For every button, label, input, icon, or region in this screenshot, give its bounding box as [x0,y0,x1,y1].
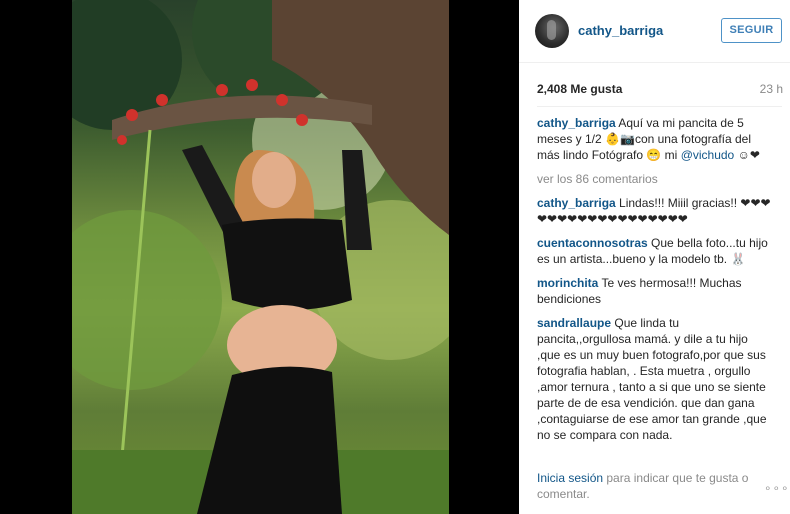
view-more-comments[interactable]: ver los 86 comentarios [537,171,773,187]
post-photo[interactable] [72,0,449,514]
login-link[interactable]: Inicia sesión [537,471,603,485]
photo-illustration [72,0,449,514]
comment-username[interactable]: sandrallaupe [537,316,611,330]
grin-emoji-icon: 😁 [646,148,662,162]
comment-username[interactable]: cuentaconnosotras [537,236,648,250]
caption-mention[interactable]: @vichudo [681,148,735,162]
baby-emoji-icon: 👶 [605,132,620,146]
follow-button[interactable]: SEGUIR [721,18,782,43]
profile-avatar[interactable] [535,14,569,48]
more-options-icon[interactable]: ∘∘∘ [764,481,790,495]
username-link[interactable]: cathy_barriga [578,23,663,38]
caption-text-3: mi [661,148,681,162]
comment-username[interactable]: morinchita [537,276,598,290]
comment: cuentaconnosotras Que bella foto...tu hi… [537,235,773,267]
photo-pane [0,0,519,514]
post-time[interactable]: 23 h [760,82,783,96]
divider [537,106,782,107]
login-prompt: Inicia sesión para indicar que te gusta … [537,470,773,502]
comments-list: cathy_barriga Aquí va mi pancita de 5 me… [537,115,773,451]
comment: cathy_barriga Lindas!!! Miiil gracias!! … [537,195,773,227]
comment: morinchita Te ves hermosa!!! Muchas bend… [537,275,773,307]
caption-text-4: ☺❤ [734,148,760,162]
caption: cathy_barriga Aquí va mi pancita de 5 me… [537,115,773,163]
camera-emoji-icon: 📷 [619,132,635,146]
comment: sandrallaupe Que linda tu pancita,,orgul… [537,315,773,443]
caption-username[interactable]: cathy_barriga [537,116,616,130]
comment-username[interactable]: cathy_barriga [537,196,616,210]
post-header: cathy_barriga SEGUIR [519,0,790,63]
likes-count: 2,408 Me gusta [537,82,623,96]
post-side-panel: cathy_barriga SEGUIR 2,408 Me gusta 23 h… [519,0,790,514]
likes-row: 2,408 Me gusta 23 h [537,82,783,100]
comment-text: Que linda tu pancita,,orgullosa mamá. y … [537,316,767,442]
